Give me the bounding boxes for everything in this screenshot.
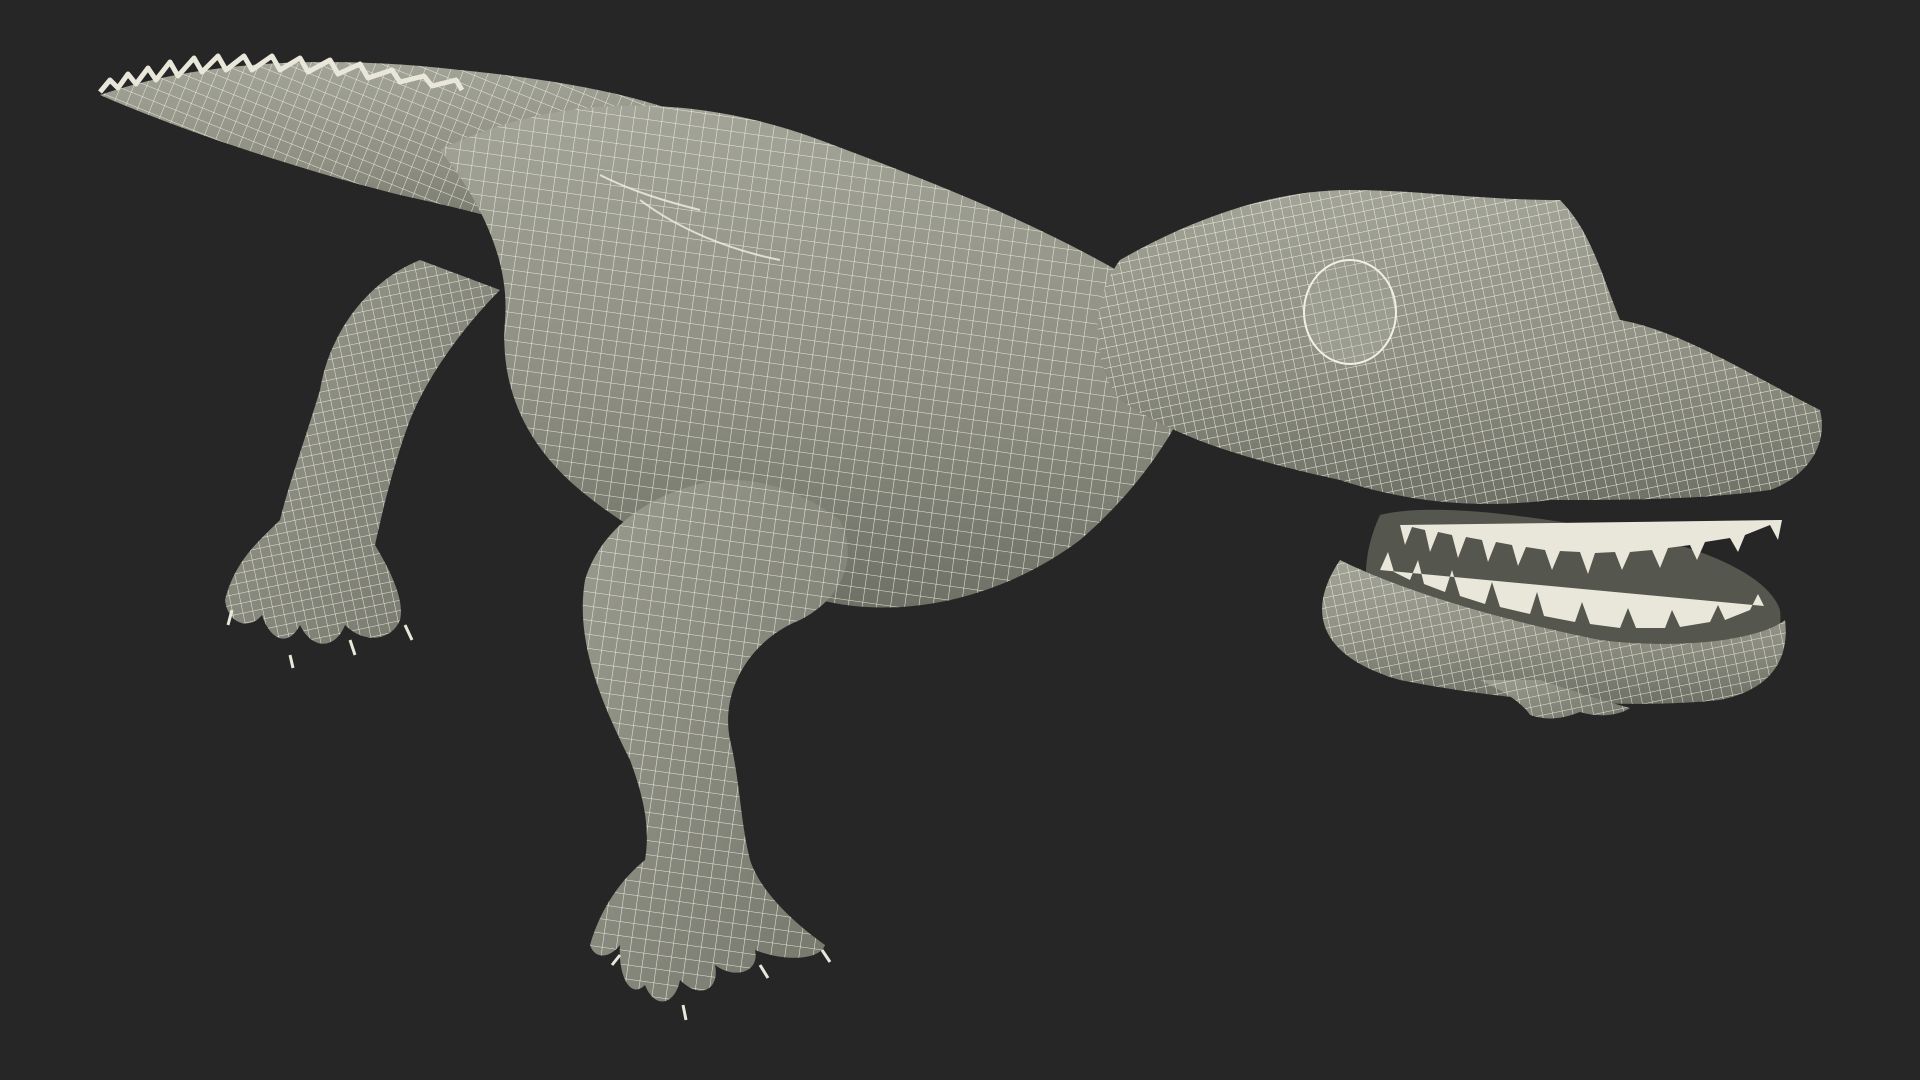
render-viewport [0, 0, 1920, 1080]
head [1097, 190, 1822, 504]
front-left-leg [582, 479, 848, 1021]
mouth [1322, 509, 1786, 704]
alligator-render [98, 53, 1822, 1021]
back-left-leg [225, 260, 500, 669]
